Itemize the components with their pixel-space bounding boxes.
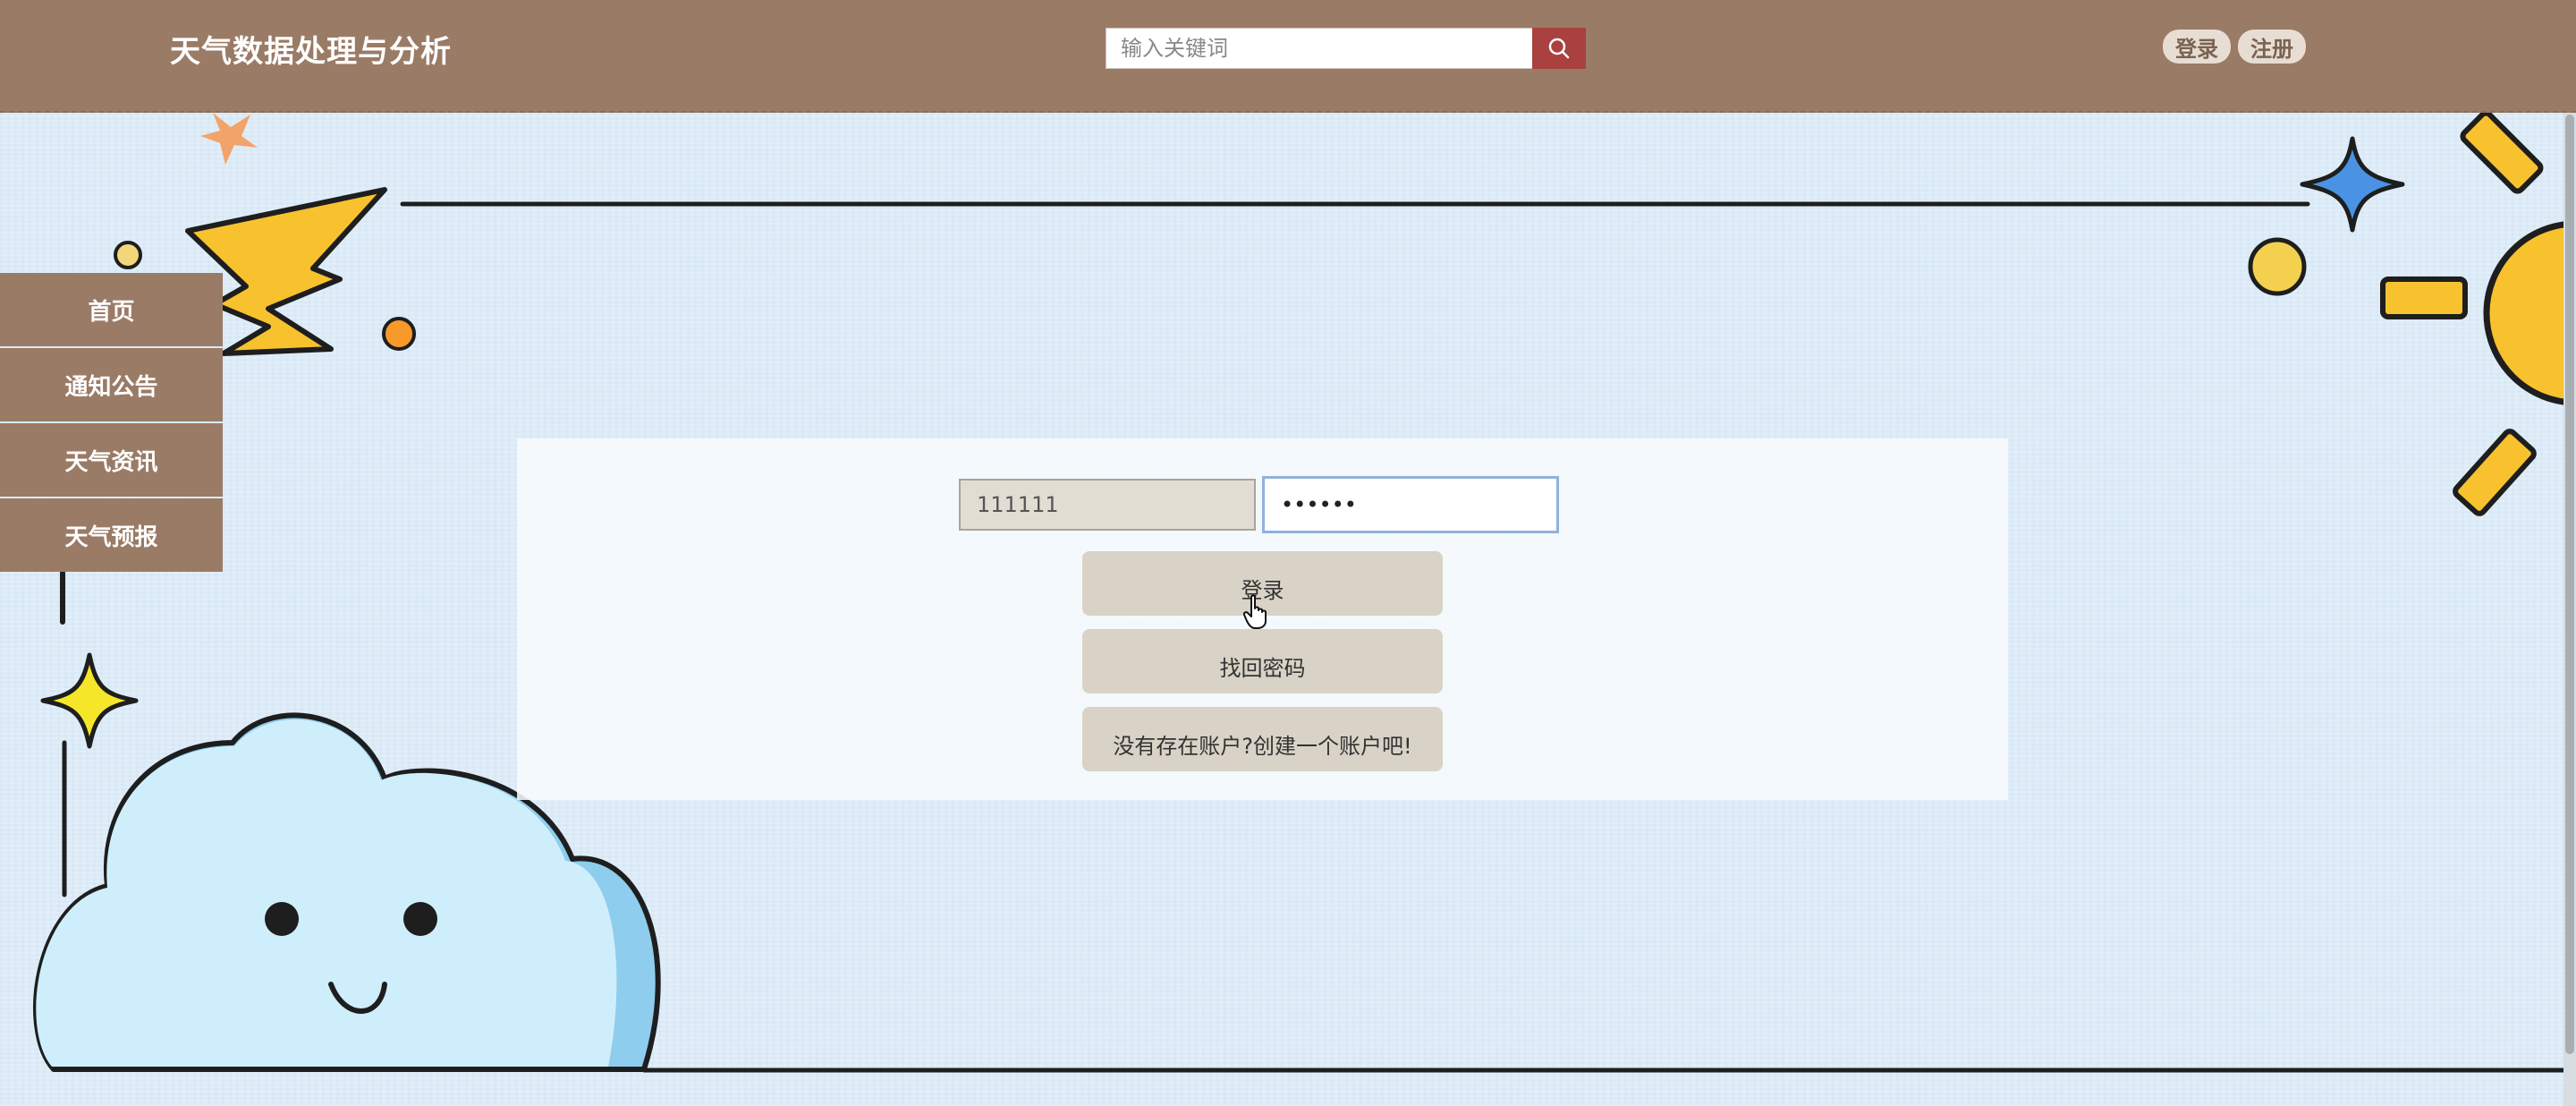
nav-item-home[interactable]: 首页 (0, 273, 223, 346)
search-input[interactable] (1106, 28, 1533, 69)
header-login-link[interactable]: 登录 (2163, 30, 2231, 64)
find-password-button[interactable]: 找回密码 (1082, 629, 1443, 693)
username-input[interactable] (959, 479, 1256, 531)
create-account-button[interactable]: 没有存在账户?创建一个账户吧! (1082, 707, 1443, 771)
search-icon (1548, 38, 1570, 59)
side-nav: 首页 通知公告 天气资讯 天气预报 (0, 273, 223, 574)
nav-item-weather-forecast[interactable]: 天气预报 (0, 498, 223, 572)
header-register-link[interactable]: 注册 (2238, 30, 2306, 64)
nav-item-weather-news[interactable]: 天气资讯 (0, 423, 223, 497)
password-input[interactable] (1262, 476, 1559, 533)
scrollbar-thumb[interactable] (2565, 115, 2574, 1054)
nav-item-notices[interactable]: 通知公告 (0, 348, 223, 421)
top-header: 天气数据处理与分析 登录 注册 (0, 0, 2576, 113)
search-button[interactable] (1532, 28, 1586, 69)
hand-cursor-icon (1243, 594, 1267, 629)
site-title: 天气数据处理与分析 (170, 34, 452, 70)
